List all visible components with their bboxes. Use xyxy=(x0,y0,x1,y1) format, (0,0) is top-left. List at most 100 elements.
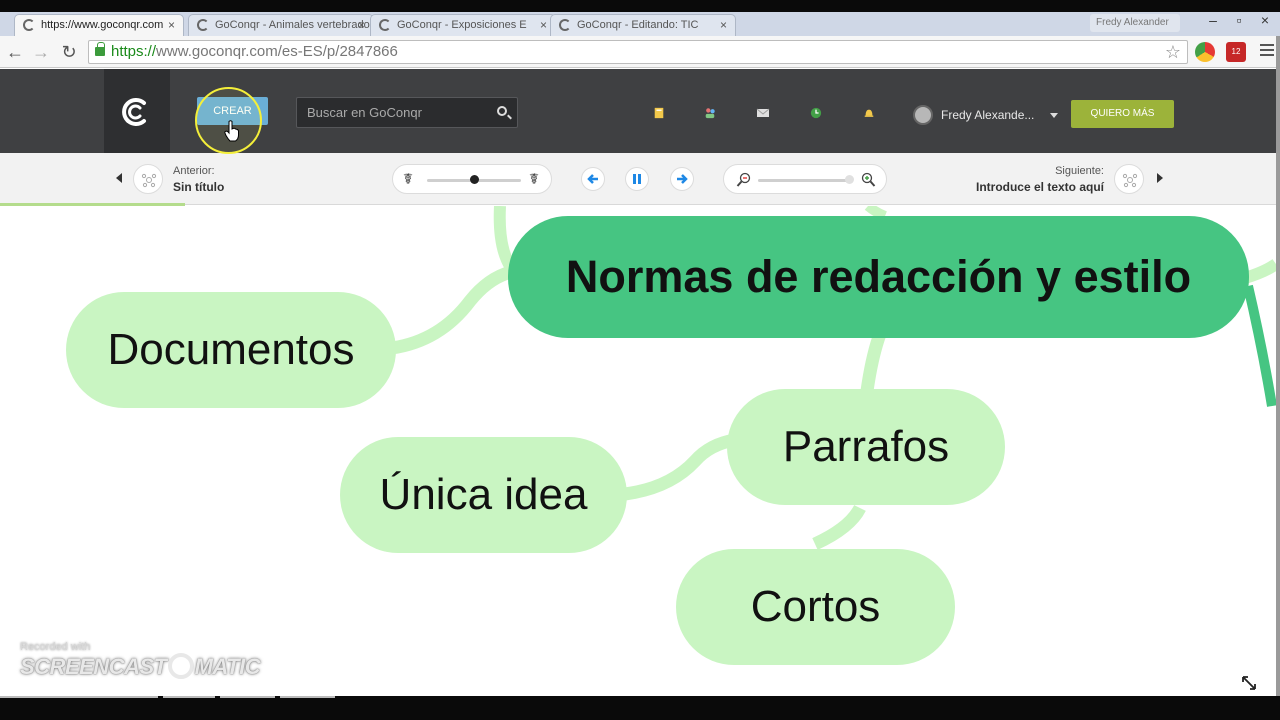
chevron-down-icon xyxy=(1049,113,1058,119)
tab-title: GoConqr - Exposiciones E xyxy=(397,19,527,31)
search-icon[interactable] xyxy=(497,106,507,116)
bookmark-star-icon[interactable]: ☆ xyxy=(1165,41,1181,63)
speed-slider-handle[interactable] xyxy=(470,175,479,184)
upgrade-button[interactable]: QUIERO MÁS xyxy=(1071,100,1174,128)
lock-icon xyxy=(95,42,105,56)
watermark-brand-part2: MATIC xyxy=(194,654,261,679)
hand-cursor-icon xyxy=(224,120,239,142)
close-window-icon[interactable]: × xyxy=(1252,12,1278,28)
browser-tab-exposiciones[interactable]: GoConqr - Exposiciones E × xyxy=(370,14,556,36)
goconqr-favicon-icon xyxy=(23,19,35,31)
previous-slide-button[interactable] xyxy=(581,167,605,191)
connector-documentos xyxy=(390,264,517,355)
mindmap-node-cortos[interactable]: Cortos xyxy=(676,549,955,665)
tab-title: https://www.goconqr.com xyxy=(41,19,164,31)
next-slide-thumbnail[interactable] xyxy=(1114,164,1144,194)
browser-tab-animales[interactable]: GoConqr - Animales vertebrados × xyxy=(188,14,374,36)
goconqr-logo[interactable] xyxy=(104,69,170,153)
adblock-extension-icon[interactable]: 12 xyxy=(1226,42,1246,62)
previous-caption: Anterior: xyxy=(173,165,215,177)
presentation-nav-bar: Anterior: Sin título ☤ ☤ Siguiente: Intr… xyxy=(0,153,1276,205)
address-bar[interactable]: https://www.goconqr.com/es-ES/p/2847866 … xyxy=(88,40,1188,64)
connector-unica-idea xyxy=(624,433,737,501)
taskbar-segment xyxy=(280,696,335,698)
previous-slide-thumbnail[interactable] xyxy=(133,164,163,194)
previous-title[interactable]: Sin título xyxy=(173,180,224,194)
watermark-o-icon xyxy=(167,653,194,679)
mindmap-icon xyxy=(1122,173,1138,188)
connector-top-left xyxy=(493,206,516,270)
groups-icon[interactable] xyxy=(703,107,717,119)
scrollbar-edge xyxy=(1276,36,1280,720)
tab-close-icon[interactable]: × xyxy=(358,18,365,32)
run-fast-icon: ☤ xyxy=(529,171,540,188)
pause-button[interactable] xyxy=(625,167,649,191)
mindmap-canvas[interactable]: Normas de redacción y estilo Documentos … xyxy=(0,206,1276,696)
tab-close-icon[interactable]: × xyxy=(540,18,547,32)
browser-menu-icon[interactable] xyxy=(1260,44,1274,59)
zoom-slider[interactable] xyxy=(723,164,887,194)
user-menu[interactable]: Fredy Alexande... xyxy=(913,104,1058,126)
taskbar-segment xyxy=(0,696,158,698)
mindmap-node-documentos[interactable]: Documentos xyxy=(66,292,396,408)
url-path: www.goconqr.com/es-ES/p/2847866 xyxy=(156,43,398,60)
goconqr-favicon-icon xyxy=(379,19,391,31)
taskbar-segment xyxy=(220,696,275,698)
goconqr-favicon-icon xyxy=(559,19,571,31)
zoom-out-icon xyxy=(736,172,751,187)
zoom-slider-handle[interactable] xyxy=(845,175,855,184)
goconqr-logo-icon xyxy=(122,98,146,126)
browser-tab-editando[interactable]: GoConqr - Editando: TIC × xyxy=(550,14,736,36)
clock-icon[interactable] xyxy=(809,107,823,119)
search-placeholder: Buscar en GoConqr xyxy=(307,105,422,120)
reload-icon[interactable]: ↻ xyxy=(58,41,80,63)
browser-tab-strip: https://www.goconqr.com × GoConqr - Anim… xyxy=(0,12,1280,36)
mindmap-node-parrafos[interactable]: Parrafos xyxy=(727,389,1005,505)
screencast-watermark: Recorded with SCREENCAST MATIC xyxy=(20,641,261,680)
tab-title: GoConqr - Editando: TIC xyxy=(577,19,699,31)
screen: https://www.goconqr.com × GoConqr - Anim… xyxy=(0,0,1280,720)
arrow-right-icon xyxy=(677,174,688,184)
zoom-track xyxy=(758,179,852,182)
mindmap-icon xyxy=(141,173,157,188)
watermark-caption: Recorded with xyxy=(20,641,91,653)
goconqr-favicon-icon xyxy=(197,19,209,31)
previous-arrow-icon[interactable] xyxy=(116,173,122,183)
notifications-bell-icon[interactable] xyxy=(862,107,876,119)
chrome-extension-icon[interactable] xyxy=(1195,42,1215,62)
connector-cortos xyxy=(812,504,866,550)
top-strip xyxy=(0,0,1280,12)
bottom-bar xyxy=(0,696,1280,720)
walk-slow-icon: ☤ xyxy=(403,171,414,188)
tab-close-icon[interactable]: × xyxy=(168,18,175,32)
next-title[interactable]: Introduce el texto aquí xyxy=(976,180,1104,194)
next-slide-button[interactable] xyxy=(670,167,694,191)
next-arrow-icon[interactable] xyxy=(1157,173,1163,183)
mindmap-node-unica-idea[interactable]: Única idea xyxy=(340,437,627,553)
browser-tab-goconqr[interactable]: https://www.goconqr.com × xyxy=(14,14,184,36)
browser-profile-name[interactable]: Fredy Alexander xyxy=(1090,14,1180,32)
next-caption: Siguiente: xyxy=(1055,165,1104,177)
search-input[interactable]: Buscar en GoConqr xyxy=(296,97,518,128)
avatar xyxy=(913,105,933,125)
fullscreen-expand-icon[interactable] xyxy=(1241,675,1257,691)
forward-arrow-icon[interactable]: → xyxy=(30,41,52,63)
mail-icon[interactable] xyxy=(756,107,770,119)
url-scheme: https:// xyxy=(111,43,157,60)
library-icon[interactable] xyxy=(652,107,666,119)
browser-toolbar: ← → ↻ https://www.goconqr.com/es-ES/p/28… xyxy=(0,36,1280,68)
tab-close-icon[interactable]: × xyxy=(720,18,727,32)
zoom-in-icon xyxy=(861,172,876,187)
mindmap-root-node[interactable]: Normas de redacción y estilo xyxy=(508,216,1249,338)
minimize-icon[interactable]: – xyxy=(1200,12,1226,28)
connector-top-center xyxy=(864,206,887,221)
maximize-icon[interactable]: ▫ xyxy=(1226,12,1252,28)
back-arrow-icon[interactable]: ← xyxy=(4,41,26,63)
speed-slider[interactable]: ☤ ☤ xyxy=(392,164,552,194)
site-header: CREAR Buscar en GoConqr Fredy Alexande..… xyxy=(0,69,1276,153)
watermark-brand: SCREENCAST MATIC xyxy=(20,653,261,680)
watermark-brand-part1: SCREENCAST xyxy=(20,654,167,679)
taskbar-segment xyxy=(163,696,215,698)
tab-title: GoConqr - Animales vertebrados xyxy=(215,19,374,31)
connector-right xyxy=(1243,259,1276,284)
